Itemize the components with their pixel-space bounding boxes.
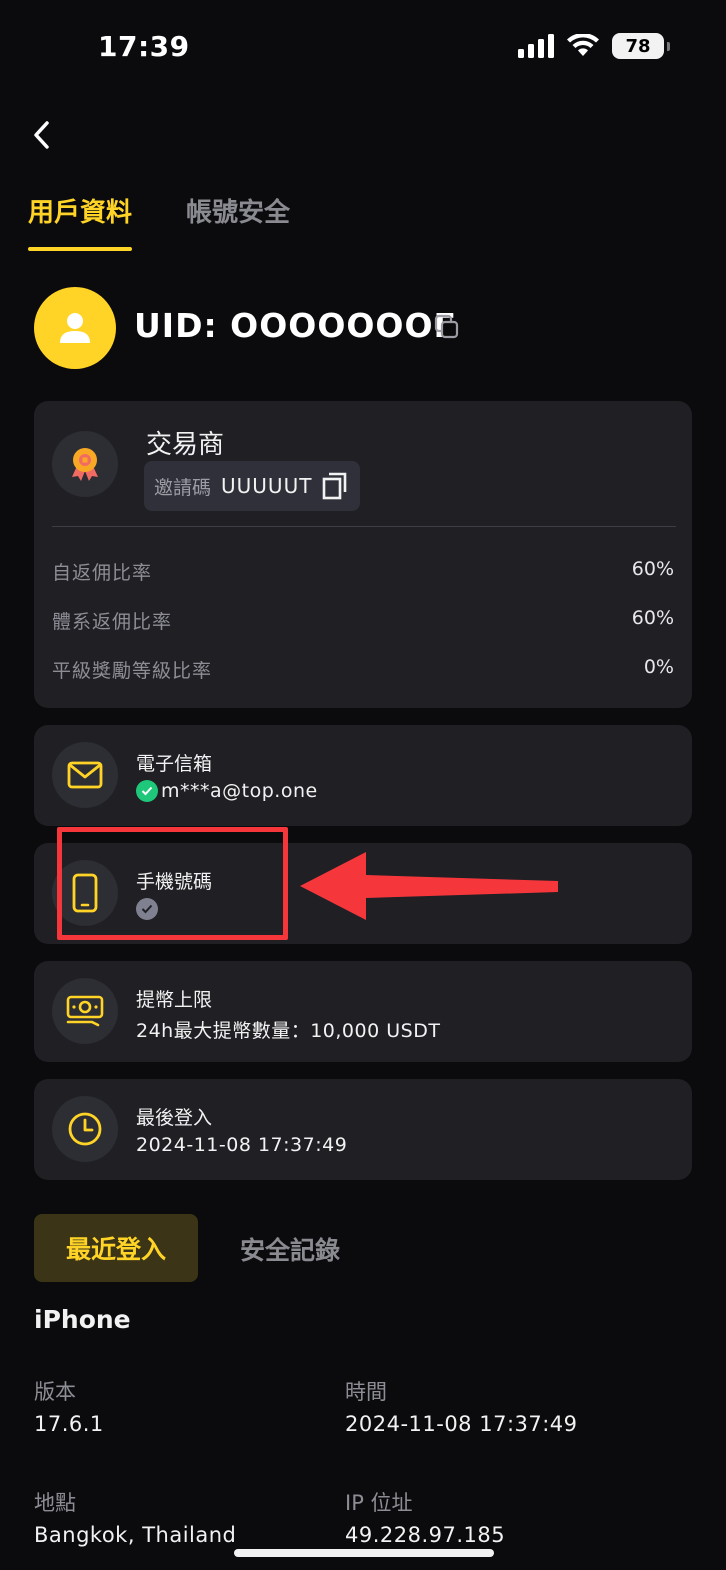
award-badge-icon: [72, 448, 98, 481]
rate-value: 0%: [643, 656, 674, 678]
email-title: 電子信箱: [136, 753, 213, 775]
copy-invite-button[interactable]: [322, 472, 348, 504]
divider: [52, 526, 676, 527]
time-label: 時間: [345, 1380, 387, 1404]
tab-recent-login[interactable]: 最近登入: [34, 1214, 198, 1282]
tab-account-security[interactable]: 帳號安全: [186, 192, 290, 251]
withdraw-limit-card[interactable]: 提幣上限 24h最大提幣數量：10,000 USDT: [34, 961, 692, 1062]
copy-icon: [434, 314, 459, 339]
copy-icon: [322, 472, 347, 500]
trader-badge-icon-wrap: [52, 431, 118, 497]
annotation-highlight-box: [57, 827, 288, 940]
verified-check-icon: [136, 780, 158, 802]
cash-icon: [66, 995, 104, 1027]
rate-row: 平級獎勵等級比率 0%: [52, 656, 674, 683]
invite-code-box: 邀請碼 UUUUUT: [144, 461, 360, 511]
time-value: 2024-11-08 17:37:49: [345, 1412, 578, 1436]
version-value: 17.6.1: [34, 1412, 104, 1436]
withdraw-title: 提幣上限: [136, 989, 213, 1011]
last-login-icon-wrap: [52, 1096, 118, 1162]
trader-title: 交易商: [146, 430, 225, 460]
tab-user-profile[interactable]: 用戶資料: [28, 192, 133, 251]
withdraw-value: 24h最大提幣數量：10,000 USDT: [136, 1020, 441, 1042]
wifi-icon: [567, 34, 599, 56]
tab-security-records[interactable]: 安全記錄: [240, 1231, 340, 1267]
user-icon: [60, 313, 90, 343]
version-label: 版本: [34, 1380, 76, 1404]
ip-label: IP 位址: [345, 1491, 413, 1515]
withdraw-icon-wrap: [52, 978, 118, 1044]
ip-value: 49.228.97.185: [345, 1523, 506, 1547]
email-icon-wrap: [52, 742, 118, 808]
home-indicator: [234, 1549, 494, 1557]
rate-row: 自返佣比率 60%: [52, 558, 674, 585]
chevron-left-icon: [34, 121, 49, 149]
trader-card: 交易商 邀請碼 UUUUUT 自返佣比率 60% 體系返佣比率 60% 平級獎勵…: [34, 401, 692, 708]
rate-label: 體系返佣比率: [52, 611, 173, 633]
status-icons: 78: [518, 33, 670, 59]
status-bar: 17:39 78: [0, 0, 726, 92]
clock-icon: [68, 1112, 102, 1146]
last-login-value: 2024-11-08 17:37:49: [136, 1134, 348, 1156]
last-login-title: 最後登入: [136, 1107, 213, 1129]
rate-value: 60%: [631, 558, 674, 580]
copy-uid-button[interactable]: [434, 314, 460, 344]
email-value-row: m***a@top.one: [136, 780, 318, 802]
battery-icon: 78: [612, 33, 670, 59]
status-time: 17:39: [98, 30, 190, 63]
rate-label: 自返佣比率: [52, 562, 153, 584]
battery-level: 78: [625, 35, 651, 57]
uid-text: UID: OOOOOOOE: [134, 306, 458, 345]
signal-icon: [518, 34, 554, 58]
back-button[interactable]: [24, 115, 58, 155]
rate-label: 平級獎勵等級比率: [52, 660, 213, 682]
email-card[interactable]: 電子信箱 m***a@top.one: [34, 725, 692, 826]
invite-code-label: 邀請碼: [154, 476, 212, 499]
invite-code-value: UUUUUT: [221, 474, 313, 498]
location-value: Bangkok, Thailand: [34, 1523, 237, 1547]
annotation-arrow-icon: [300, 852, 558, 920]
device-name: iPhone: [34, 1305, 131, 1334]
last-login-card[interactable]: 最後登入 2024-11-08 17:37:49: [34, 1079, 692, 1180]
avatar: [34, 287, 116, 369]
rate-row: 體系返佣比率 60%: [52, 607, 674, 634]
email-value: m***a@top.one: [161, 780, 318, 802]
location-label: 地點: [34, 1491, 76, 1515]
rate-value: 60%: [631, 607, 674, 629]
mail-icon: [67, 761, 103, 789]
top-tabs: 用戶資料 帳號安全: [28, 192, 290, 251]
